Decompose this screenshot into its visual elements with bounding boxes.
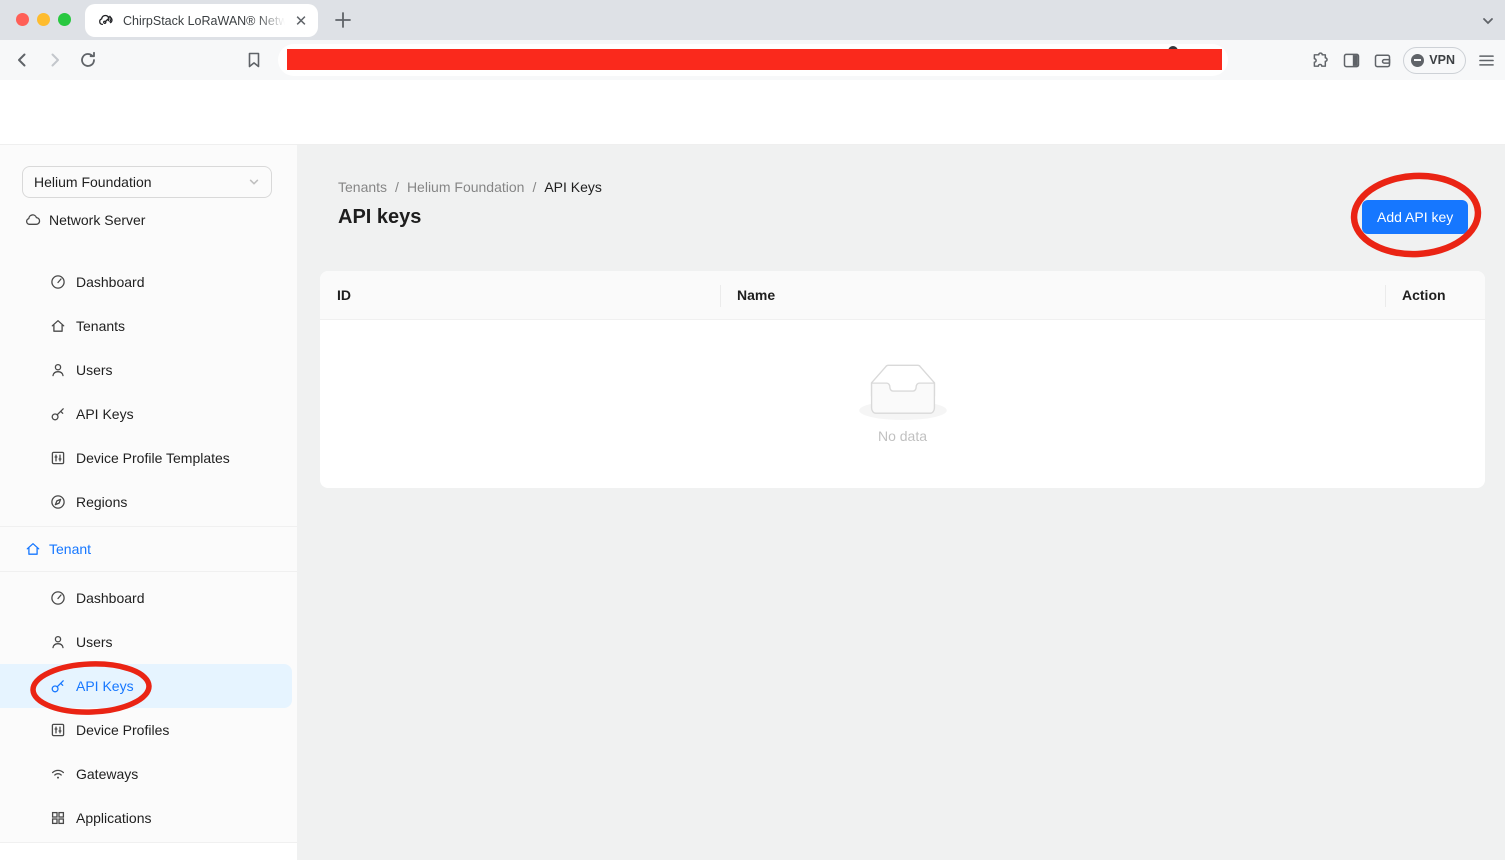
new-tab-button[interactable] (334, 11, 352, 29)
window-controls[interactable] (16, 13, 71, 26)
chirpstack-favicon-icon (98, 12, 115, 29)
column-header-id: ID (320, 287, 720, 303)
cloud-icon (25, 212, 41, 228)
breadcrumb-separator: / (532, 179, 536, 195)
breadcrumb-helium-foundation[interactable]: Helium Foundation (407, 179, 525, 195)
sidebar-item-tenant-users[interactable]: Users (0, 620, 292, 664)
sidebar-item-ns-api-keys[interactable]: API Keys (0, 392, 292, 436)
sidebar-item-ns-device-profile-templates[interactable]: Device Profile Templates (0, 436, 292, 480)
sidebar-panel-icon[interactable] (1341, 50, 1362, 71)
zoom-window-button[interactable] (58, 13, 71, 26)
add-api-key-button[interactable]: Add API key (1362, 200, 1468, 234)
key-icon (50, 678, 66, 694)
page-title: API keys (338, 206, 421, 229)
table-header: ID Name Action (320, 271, 1485, 320)
breadcrumb: Tenants / Helium Foundation / API Keys (338, 179, 602, 195)
tab-close-icon[interactable]: ✕ (292, 12, 310, 30)
sidebar-item-tenant-dashboard[interactable]: Dashboard (0, 576, 292, 620)
close-window-button[interactable] (16, 13, 29, 26)
user-icon (50, 362, 66, 378)
minimize-window-button[interactable] (37, 13, 50, 26)
dashboard-icon (50, 274, 66, 290)
column-header-action: Action (1385, 287, 1485, 303)
wallet-icon[interactable] (1372, 50, 1393, 71)
network-server-menu: Dashboard Tenants Users API Keys Device … (0, 260, 297, 524)
sidebar-item-tenant-api-keys[interactable]: API Keys (0, 664, 292, 708)
toolbar-right-controls: VPN (1310, 40, 1497, 80)
sidebar-item-tenant-device-profiles[interactable]: Device Profiles (0, 708, 292, 752)
column-header-name: Name (720, 287, 1385, 303)
sidebar-item-ns-regions[interactable]: Regions (0, 480, 292, 524)
tenant-selector[interactable]: Helium Foundation (22, 166, 272, 198)
no-data-text: No data (878, 428, 927, 444)
api-keys-table: ID Name Action No data (320, 271, 1485, 488)
sidebar-item-ns-tenants[interactable]: Tenants (0, 304, 292, 348)
bookmark-icon[interactable] (245, 51, 263, 69)
section-tenant[interactable]: Tenant (0, 526, 297, 572)
user-icon (50, 634, 66, 650)
forward-button[interactable] (44, 49, 66, 71)
tab-title: ChirpStack LoRaWAN® Netwo (123, 14, 285, 28)
chevron-down-icon (248, 176, 260, 188)
sidebar-item-tenant-gateways[interactable]: Gateways (0, 752, 292, 796)
control-icon (50, 722, 66, 738)
back-button[interactable] (11, 49, 33, 71)
sidebar-item-ns-users[interactable]: Users (0, 348, 292, 392)
key-icon (50, 406, 66, 422)
url-redaction-bar (287, 49, 1222, 70)
extensions-icon[interactable] (1310, 50, 1331, 71)
menu-icon[interactable] (1476, 50, 1497, 71)
main-content: Tenants / Helium Foundation / API Keys A… (297, 145, 1505, 860)
browser-tab-strip: ChirpStack LoRaWAN® Netwo ✕ (0, 0, 1505, 40)
breadcrumb-tenants[interactable]: Tenants (338, 179, 387, 195)
breadcrumb-api-keys: API Keys (544, 179, 602, 195)
empty-state: No data (320, 320, 1485, 488)
sidebar-item-ns-dashboard[interactable]: Dashboard (0, 260, 292, 304)
vpn-button[interactable]: VPN (1403, 47, 1466, 74)
column-divider (1385, 285, 1386, 307)
control-icon (50, 450, 66, 466)
tenant-selector-value: Helium Foundation (34, 174, 152, 190)
dashboard-icon (50, 590, 66, 606)
vpn-label: VPN (1429, 53, 1455, 67)
tab-search-chevron-icon[interactable] (1481, 14, 1495, 28)
vpn-status-icon (1411, 54, 1424, 67)
sidebar-item-tenant-applications[interactable]: Applications (0, 796, 292, 840)
section-network-server: Network Server (25, 212, 145, 228)
compass-icon (50, 494, 66, 510)
breadcrumb-separator: / (395, 179, 399, 195)
home-icon (25, 541, 41, 557)
empty-inbox-icon (859, 364, 947, 420)
wifi-icon (50, 766, 66, 782)
section-label: Network Server (49, 212, 145, 228)
column-divider (720, 285, 721, 307)
section-label: Tenant (49, 541, 91, 557)
app-header: ChirpStack ? admin (0, 80, 1505, 145)
home-icon (50, 318, 66, 334)
browser-tab[interactable]: ChirpStack LoRaWAN® Netwo ✕ (85, 4, 318, 37)
tenant-menu: Dashboard Users API Keys Device Profiles… (0, 576, 297, 840)
appstore-icon (50, 810, 66, 826)
reload-button[interactable] (77, 49, 99, 71)
sidebar: Helium Foundation Network Server Dashboa… (0, 145, 297, 842)
sidebar-footer-area (0, 842, 297, 860)
address-bar[interactable] (278, 44, 1228, 76)
